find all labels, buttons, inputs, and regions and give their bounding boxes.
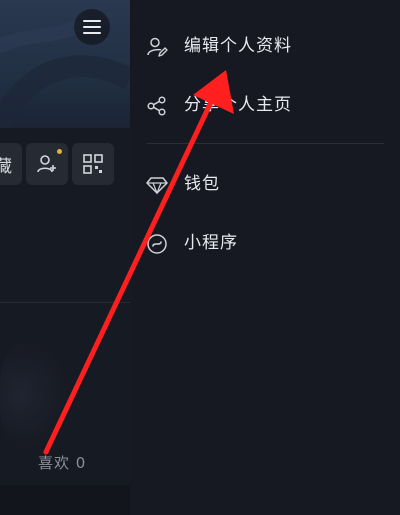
qr-code-icon (83, 154, 103, 174)
side-drawer: 编辑个人资料 分享个人主页 钱包 小程序 (130, 0, 400, 515)
hamburger-menu-icon (83, 20, 101, 34)
menu-item-edit-profile[interactable]: 编辑个人资料 (130, 24, 400, 68)
section-divider (0, 302, 130, 303)
mini-program-icon (147, 234, 167, 254)
add-friend-button[interactable] (26, 143, 68, 185)
menu-item-wallet[interactable]: 钱包 (130, 162, 400, 206)
add-friend-icon (37, 155, 56, 173)
menu-divider (146, 143, 384, 144)
menu-item-mini-program[interactable]: 小程序 (130, 221, 400, 265)
menu-item-label: 小程序 (184, 233, 238, 253)
qr-code-button[interactable] (72, 143, 114, 185)
profile-action-row: 藏 (0, 143, 130, 187)
profile-page-background: 藏 喜欢 0 (0, 0, 130, 515)
menu-item-label: 编辑个人资料 (184, 36, 292, 56)
collect-button[interactable]: 藏 (0, 143, 22, 185)
bottom-strip (0, 485, 130, 515)
menu-item-share-profile[interactable]: 分享个人主页 (130, 83, 400, 127)
share-icon (147, 96, 166, 116)
collect-label: 藏 (0, 156, 12, 177)
user-edit-icon (147, 37, 168, 57)
likes-tab-label[interactable]: 喜欢 0 (38, 452, 86, 473)
banner-decoration (0, 14, 130, 128)
menu-item-label: 钱包 (184, 174, 220, 194)
menu-item-label: 分享个人主页 (184, 95, 292, 115)
diamond-icon (146, 177, 168, 195)
notification-dot (57, 149, 62, 154)
app-screen: 藏 喜欢 0 编辑个人资料 分享个人主页 钱包 小程序 (0, 0, 400, 515)
menu-button[interactable] (74, 9, 110, 45)
profile-banner (0, 0, 130, 128)
video-thumbnail (0, 340, 70, 450)
